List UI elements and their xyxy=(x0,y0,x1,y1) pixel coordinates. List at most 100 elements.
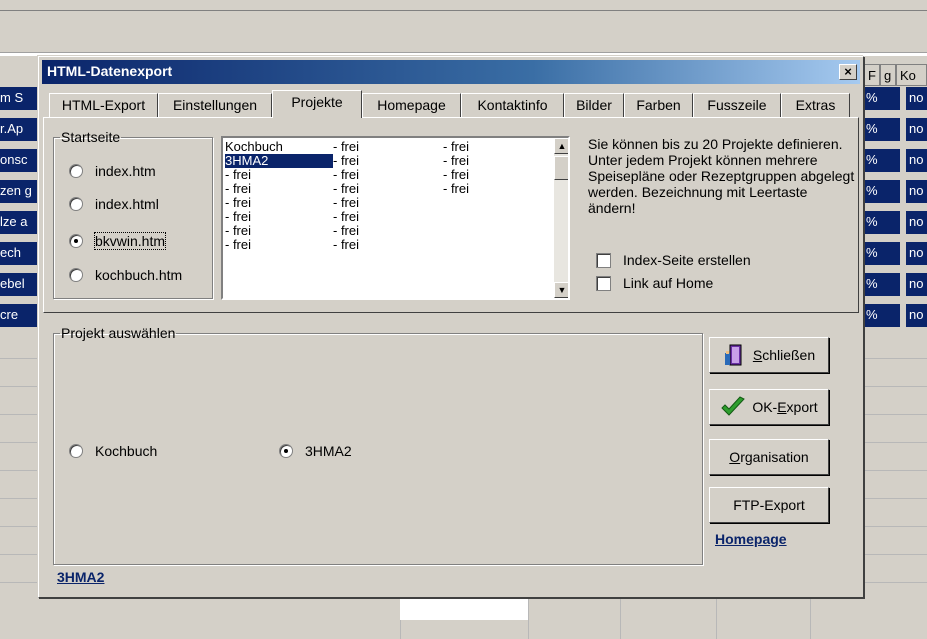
tab-html-export[interactable]: HTML-Export xyxy=(49,93,158,117)
list-item[interactable]: - frei - frei xyxy=(223,196,553,210)
list-cell: - frei xyxy=(333,139,359,154)
grid-cell-percent[interactable]: % xyxy=(864,304,900,327)
tab-extras[interactable]: Extras xyxy=(781,93,850,117)
grid-cell-right[interactable]: no xyxy=(906,304,927,327)
radio-index-htm[interactable]: index.htm xyxy=(69,163,156,179)
door-exit-icon xyxy=(724,344,742,366)
grid-cell-right[interactable]: no xyxy=(906,118,927,141)
radio-label: index.html xyxy=(95,196,159,212)
grid-cell-empty[interactable] xyxy=(400,598,528,620)
radio-circle-selected[interactable] xyxy=(279,444,293,458)
radio-circle[interactable] xyxy=(69,197,83,211)
list-cell: 3HMA2 xyxy=(225,154,333,168)
list-item[interactable]: - frei - frei xyxy=(223,238,553,252)
grid-cell-right[interactable]: no xyxy=(906,149,927,172)
grid-column-line xyxy=(716,598,717,639)
list-cell: - frei xyxy=(333,181,359,196)
checkbox-index-seite[interactable]: Index-Seite erstellen xyxy=(596,252,751,268)
grid-cell-right[interactable]: no xyxy=(906,273,927,296)
grid-header-f[interactable]: F xyxy=(864,64,880,86)
grid-header-ko[interactable]: Ko xyxy=(896,64,927,86)
list-item[interactable]: 3HMA2- frei - frei xyxy=(223,154,553,168)
scroll-down-icon[interactable]: ▼ xyxy=(554,282,568,298)
tab-bilder[interactable]: Bilder xyxy=(564,93,624,117)
ftp-export-button[interactable]: FTP-Export xyxy=(709,487,829,523)
radio-label: bkvwin.htm xyxy=(93,232,167,250)
homepage-link[interactable]: Homepage xyxy=(715,531,787,547)
checkbox-label: Link auf Home xyxy=(623,275,714,291)
tab-einstellungen[interactable]: Einstellungen xyxy=(158,93,272,117)
radio-circle[interactable] xyxy=(69,444,83,458)
list-cell: - frei xyxy=(333,167,359,182)
grid-cell-percent[interactable]: % xyxy=(864,211,900,234)
list-cell: - frei xyxy=(443,153,469,168)
listbox-scrollbar[interactable]: ▲ ▼ xyxy=(554,138,568,298)
list-item[interactable]: - frei - frei - frei xyxy=(223,168,553,182)
current-project-link[interactable]: 3HMA2 xyxy=(57,569,104,585)
close-icon[interactable]: × xyxy=(839,64,857,80)
radio-kochbuch-htm[interactable]: kochbuch.htm xyxy=(69,267,182,283)
html-export-dialog: HTML-Datenexport × HTML-Export Einstellu… xyxy=(38,56,864,598)
dialog-titlebar[interactable]: HTML-Datenexport × xyxy=(42,60,860,84)
tab-fusszeile[interactable]: Fusszeile xyxy=(693,93,781,117)
grid-header-g[interactable]: g xyxy=(880,64,896,86)
project-listbox[interactable]: Kochbuch - frei - frei 3HMA2- frei - frei - f… xyxy=(221,136,570,300)
radio-project-kochbuch[interactable]: Kochbuch xyxy=(69,443,157,459)
radio-circle[interactable] xyxy=(69,164,83,178)
list-cell: - frei xyxy=(225,167,251,182)
tab-kontaktinfo[interactable]: Kontaktinfo xyxy=(461,93,564,117)
grid-cell-left[interactable]: r.Ap xyxy=(0,118,38,141)
radio-label: Kochbuch xyxy=(95,443,158,459)
grid-cell-left[interactable]: m S xyxy=(0,87,38,110)
grid-cell-left[interactable]: lze a xyxy=(0,211,38,234)
checkbox-box[interactable] xyxy=(596,275,611,291)
radio-label: 3HMA2 xyxy=(305,443,352,459)
grid-cell-percent[interactable]: % xyxy=(864,87,900,110)
radio-index-html[interactable]: index.html xyxy=(69,196,159,212)
grid-cell-right[interactable]: no xyxy=(906,211,927,234)
grid-cell-left[interactable]: onsc xyxy=(0,149,38,172)
ok-export-button[interactable]: OK-Export xyxy=(709,389,829,425)
grid-cell-left[interactable]: cre xyxy=(0,304,38,327)
radio-circle-selected[interactable] xyxy=(69,234,83,248)
grid-cell-percent[interactable]: % xyxy=(864,149,900,172)
tab-farben[interactable]: Farben xyxy=(624,93,693,117)
grid-cell-percent[interactable]: % xyxy=(864,180,900,203)
tab-projekte[interactable]: Projekte xyxy=(272,90,362,118)
list-item[interactable]: Kochbuch - frei - frei xyxy=(223,140,553,154)
list-item[interactable]: - frei - frei xyxy=(223,210,553,224)
list-item[interactable]: - frei - frei xyxy=(223,224,553,238)
organisation-label: Organisation xyxy=(729,449,809,465)
scroll-thumb[interactable] xyxy=(554,156,568,180)
grid-cell-left[interactable]: ech xyxy=(0,242,38,265)
radio-bkvwin-htm[interactable]: bkvwin.htm xyxy=(69,232,167,250)
checkbox-label: Index-Seite erstellen xyxy=(623,252,751,268)
list-cell: - frei xyxy=(333,237,359,252)
grid-cell-left[interactable]: zen g xyxy=(0,180,38,203)
list-cell: - frei xyxy=(225,223,251,238)
grid-cell-left[interactable]: ebel xyxy=(0,273,38,296)
checkbox-link-home[interactable]: Link auf Home xyxy=(596,275,713,291)
close-button[interactable]: Schließen xyxy=(709,337,829,373)
organisation-button[interactable]: Organisation xyxy=(709,439,829,475)
grid-cell-right[interactable]: no xyxy=(906,87,927,110)
close-button-label: Schließen xyxy=(752,347,816,363)
list-cell: - frei xyxy=(443,139,469,154)
grid-cell-percent[interactable]: % xyxy=(864,118,900,141)
list-cell: - frei xyxy=(333,153,359,168)
dialog-title: HTML-Datenexport xyxy=(47,63,173,79)
list-cell: Kochbuch xyxy=(225,139,283,154)
scroll-up-icon[interactable]: ▲ xyxy=(554,138,568,154)
list-item[interactable]: - frei - frei - frei xyxy=(223,182,553,196)
tab-homepage[interactable]: Homepage xyxy=(362,93,461,117)
grid-column-line xyxy=(620,598,621,639)
radio-project-3hma2[interactable]: 3HMA2 xyxy=(279,443,352,459)
list-cell: - frei xyxy=(225,209,251,224)
grid-cell-percent[interactable]: % xyxy=(864,273,900,296)
checkbox-box[interactable] xyxy=(596,252,611,268)
grid-cell-percent[interactable]: % xyxy=(864,242,900,265)
radio-circle[interactable] xyxy=(69,268,83,282)
projekt-auswaehlen-legend: Projekt auswählen xyxy=(61,325,176,341)
grid-cell-right[interactable]: no xyxy=(906,242,927,265)
grid-cell-right[interactable]: no xyxy=(906,180,927,203)
